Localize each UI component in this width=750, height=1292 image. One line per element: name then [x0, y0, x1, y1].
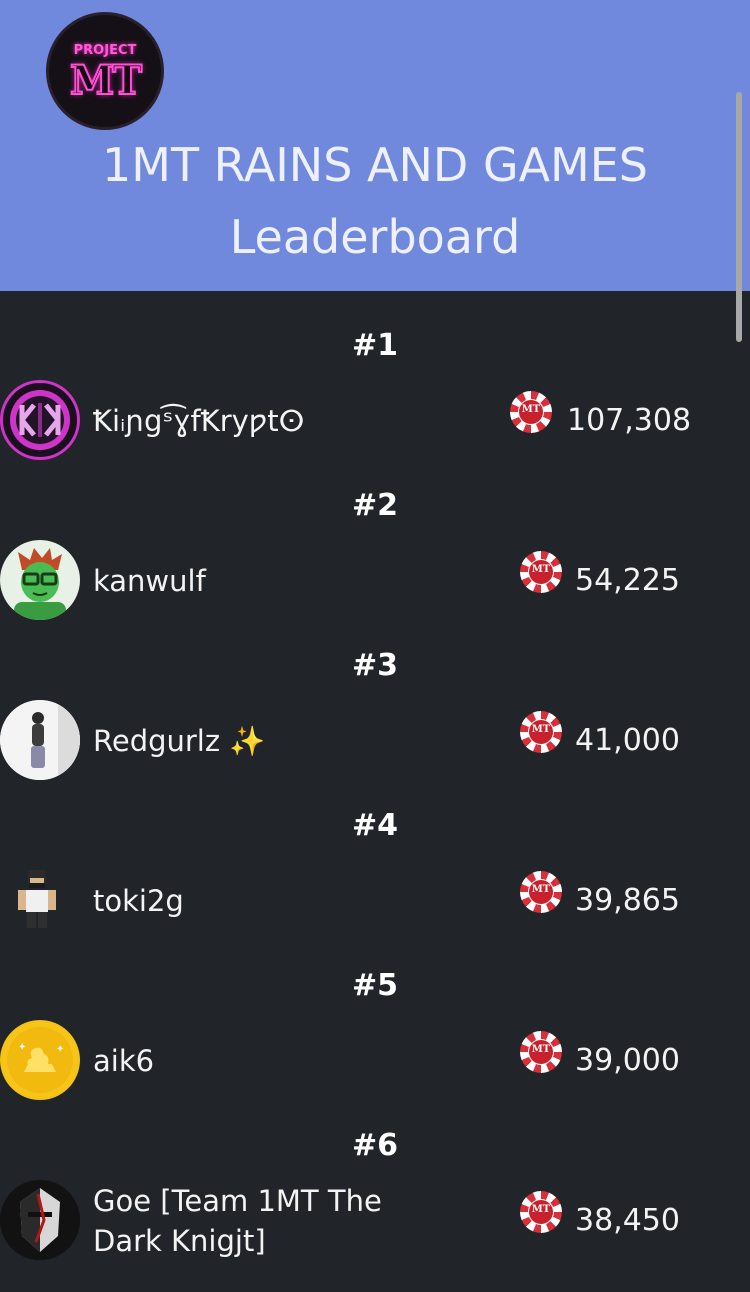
leaderboard-header: PROJECT MT 1MT RAINS AND GAMES Leaderboa…	[0, 0, 750, 291]
poker-chip-icon: MT	[520, 711, 562, 753]
person-photo-avatar[interactable]	[0, 700, 80, 780]
score-value: 39,865	[575, 883, 680, 918]
green-character-avatar[interactable]	[0, 540, 80, 620]
kk-logo-icon	[10, 390, 70, 450]
username[interactable]: toki2g	[93, 881, 433, 921]
leaderboard-entry-1[interactable]: #1 Ꝁiᵢɲgˢ͡ɣfꝀryƿtⵙ MT 107,308	[0, 328, 750, 488]
leaderboard-entry-4[interactable]: #4 toki2g MT 39,865	[0, 808, 750, 968]
score-value: 54,225	[575, 563, 680, 598]
username[interactable]: aik6	[93, 1041, 433, 1081]
green-character-icon	[14, 548, 66, 620]
username[interactable]: Redgurlz ✨	[93, 721, 433, 761]
score-value: 39,000	[575, 1043, 680, 1078]
page-title: 1MT RAINS AND GAMES	[101, 138, 649, 192]
rank-label: #3	[351, 648, 398, 683]
username[interactable]: kanwulf	[93, 561, 433, 601]
score-value: 38,450	[575, 1203, 680, 1238]
score-value: 107,308	[567, 403, 692, 438]
leaderboard-entry-6[interactable]: #6 Goe [Team 1MT The Dark Knigjt] MT 38,…	[0, 1128, 750, 1288]
poker-chip-icon: MT	[520, 1191, 562, 1233]
rank-label: #1	[351, 328, 398, 363]
person-photo-icon	[0, 700, 80, 780]
kk-logo-avatar[interactable]	[0, 380, 80, 460]
project-mt-logo[interactable]: PROJECT MT	[46, 12, 164, 130]
scrollbar[interactable]	[736, 92, 742, 342]
leaderboard-entry-5[interactable]: #5 ✦ ✦ aik6 MT 39,000	[0, 968, 750, 1128]
poker-chip-icon: MT	[520, 1031, 562, 1073]
rank-label: #5	[351, 968, 398, 1003]
leaderboard-entry-2[interactable]: #2 kanwulf MT 54,225	[0, 488, 750, 648]
leaderboard-entry-3[interactable]: #3 Redgurlz ✨ MT 41,000	[0, 648, 750, 808]
logo-mt-mark: MT	[69, 56, 143, 105]
roblox-character-avatar[interactable]	[0, 860, 80, 940]
page-subtitle: Leaderboard	[229, 210, 521, 264]
dark-knight-avatar[interactable]	[0, 1180, 80, 1260]
poker-chip-icon: MT	[520, 551, 562, 593]
dark-knight-icon	[0, 1180, 80, 1260]
gold-coin-avatar[interactable]: ✦ ✦	[0, 1020, 80, 1100]
poker-chip-icon: MT	[520, 871, 562, 913]
username[interactable]: Ꝁiᵢɲgˢ͡ɣfꝀryƿtⵙ	[93, 401, 433, 441]
rank-label: #6	[351, 1128, 398, 1163]
logo-project-text: PROJECT	[73, 43, 137, 58]
rank-label: #2	[351, 488, 398, 523]
gold-coin-icon: ✦ ✦	[2, 1022, 78, 1098]
roblox-character-icon	[18, 870, 56, 928]
username[interactable]: Goe [Team 1MT The Dark Knigjt]	[93, 1181, 433, 1261]
svg-text:✦: ✦	[56, 1044, 64, 1055]
svg-text:✦: ✦	[18, 1042, 26, 1053]
score-value: 41,000	[575, 723, 680, 758]
poker-chip-icon: MT	[510, 391, 552, 433]
rank-label: #4	[351, 808, 398, 843]
